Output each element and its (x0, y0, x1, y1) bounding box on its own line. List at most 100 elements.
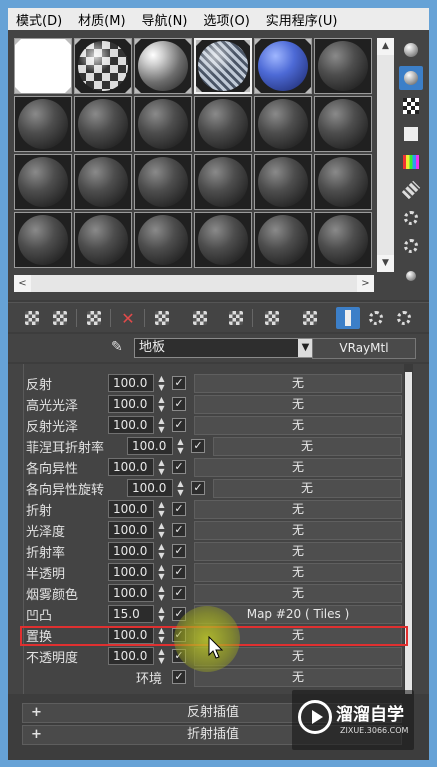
put-to-library-button[interactable] (188, 307, 212, 329)
sample-slot[interactable] (314, 96, 372, 152)
sample-slot[interactable] (134, 38, 192, 94)
sample-slot[interactable] (74, 212, 132, 268)
sample-slot[interactable] (14, 38, 72, 94)
sample-slot[interactable] (254, 38, 312, 94)
map-amount-field[interactable]: 15.0 (108, 605, 154, 623)
scroll-right-icon[interactable]: > (357, 275, 374, 292)
spinner-icon[interactable]: ▲ ▼ (156, 605, 167, 623)
map-amount-field[interactable]: 100.0 (108, 458, 154, 476)
sample-slot[interactable] (134, 154, 192, 210)
map-amount-field[interactable]: 100.0 (108, 542, 154, 560)
map-enable-checkbox[interactable]: ✓ (172, 376, 186, 390)
sample-slot[interactable] (194, 96, 252, 152)
map-enable-checkbox[interactable]: ✓ (191, 481, 205, 495)
map-enable-checkbox[interactable]: ✓ (172, 502, 186, 516)
menu-utilities[interactable]: 实用程序(U) (258, 10, 346, 29)
map-slot-button[interactable]: 无 (194, 563, 402, 582)
sample-slot[interactable] (14, 212, 72, 268)
sample-slot[interactable] (314, 212, 372, 268)
sample-slot[interactable] (254, 96, 312, 152)
map-amount-field[interactable]: 100.0 (108, 374, 154, 392)
map-amount-field[interactable]: 100.0 (108, 500, 154, 518)
map-slot-button[interactable]: 无 (194, 584, 402, 603)
menu-options[interactable]: 选项(O) (195, 10, 257, 29)
sample-type-sphere-button[interactable] (399, 38, 423, 62)
map-slot-button[interactable]: 无 (194, 374, 402, 393)
sample-slot[interactable] (74, 96, 132, 152)
sample-slot[interactable] (74, 38, 132, 94)
menu-material[interactable]: 材质(M) (70, 10, 133, 29)
chevron-down-icon[interactable]: ▼ (298, 339, 313, 357)
sample-slot[interactable] (254, 154, 312, 210)
map-slot-button[interactable]: 无 (194, 416, 402, 435)
sample-slot[interactable] (194, 154, 252, 210)
sample-slot[interactable] (134, 212, 192, 268)
menu-mode[interactable]: 模式(D) (8, 10, 70, 29)
spinner-icon[interactable]: ▲ ▼ (156, 563, 167, 581)
options-button[interactable] (399, 206, 423, 230)
map-slot-button[interactable]: 无 (194, 542, 402, 561)
go-to-parent-button[interactable] (336, 307, 360, 329)
map-enable-checkbox[interactable]: ✓ (172, 523, 186, 537)
map-slot-button[interactable]: 无 (194, 395, 402, 414)
map-amount-field[interactable]: 100.0 (127, 437, 173, 455)
slots-horizontal-scrollbar[interactable]: < > (14, 275, 374, 292)
make-unique-button[interactable] (150, 307, 174, 329)
scroll-left-icon[interactable]: < (14, 275, 31, 292)
material-map-navigator-button[interactable] (399, 264, 423, 288)
show-end-result-button[interactable] (298, 307, 322, 329)
map-slot-button[interactable]: 无 (194, 668, 402, 687)
slots-vertical-scrollbar[interactable]: ▲ ▼ (377, 38, 394, 272)
map-enable-checkbox[interactable]: ✓ (172, 670, 186, 684)
material-options-button[interactable] (392, 307, 416, 329)
sample-slot[interactable] (134, 96, 192, 152)
map-enable-checkbox[interactable]: ✓ (172, 460, 186, 474)
map-amount-field[interactable]: 100.0 (108, 563, 154, 581)
sample-slot[interactable] (314, 38, 372, 94)
spinner-icon[interactable]: ▲ ▼ (156, 521, 167, 539)
scroll-up-icon[interactable]: ▲ (377, 38, 394, 55)
material-id-channel-button[interactable] (224, 307, 248, 329)
show-shaded-material-button[interactable] (260, 307, 284, 329)
map-slot-button[interactable]: 无 (213, 479, 401, 498)
material-type-button[interactable]: VRayMtl (312, 338, 416, 359)
spinner-icon[interactable]: ▲ ▼ (156, 500, 167, 518)
map-enable-checkbox[interactable]: ✓ (172, 544, 186, 558)
go-forward-sibling-button[interactable] (364, 307, 388, 329)
put-material-button[interactable] (48, 307, 72, 329)
map-amount-field[interactable]: 100.0 (127, 479, 173, 497)
sample-slot[interactable] (194, 38, 252, 94)
assign-material-button[interactable] (82, 307, 106, 329)
map-enable-checkbox[interactable]: ✓ (172, 565, 186, 579)
map-amount-field[interactable]: 100.0 (108, 395, 154, 413)
reset-map-button[interactable]: ✕ (116, 307, 140, 329)
spinner-icon[interactable]: ▲ ▼ (156, 647, 167, 665)
spinner-icon[interactable]: ▲ ▼ (156, 542, 167, 560)
menu-navigation[interactable]: 导航(N) (134, 10, 196, 29)
map-enable-checkbox[interactable]: ✓ (172, 418, 186, 432)
sample-slot[interactable] (194, 212, 252, 268)
sample-uv-tiling-button[interactable] (399, 122, 423, 146)
sample-slot[interactable] (314, 154, 372, 210)
map-slot-button[interactable]: 无 (194, 458, 402, 477)
map-slot-button[interactable]: 无 (194, 521, 402, 540)
get-material-button[interactable] (20, 307, 44, 329)
map-enable-checkbox[interactable]: ✓ (172, 397, 186, 411)
spinner-icon[interactable]: ▲ ▼ (175, 479, 186, 497)
backlight-button[interactable] (399, 66, 423, 90)
map-slot-button[interactable]: 无 (194, 500, 402, 519)
material-name-field[interactable]: 地板 (134, 338, 314, 358)
spinner-icon[interactable]: ▲ ▼ (156, 395, 167, 413)
sample-slot[interactable] (14, 154, 72, 210)
spinner-icon[interactable]: ▲ ▼ (156, 458, 167, 476)
map-enable-checkbox[interactable]: ✓ (172, 586, 186, 600)
map-amount-field[interactable]: 100.0 (108, 647, 154, 665)
map-enable-checkbox[interactable]: ✓ (191, 439, 205, 453)
background-button[interactable] (399, 94, 423, 118)
spinner-icon[interactable]: ▲ ▼ (156, 416, 167, 434)
sample-slot[interactable] (14, 96, 72, 152)
make-preview-button[interactable] (399, 178, 423, 202)
select-by-material-button[interactable] (399, 234, 423, 258)
eyedropper-icon[interactable]: ✎ (111, 339, 129, 357)
map-amount-field[interactable]: 100.0 (108, 521, 154, 539)
